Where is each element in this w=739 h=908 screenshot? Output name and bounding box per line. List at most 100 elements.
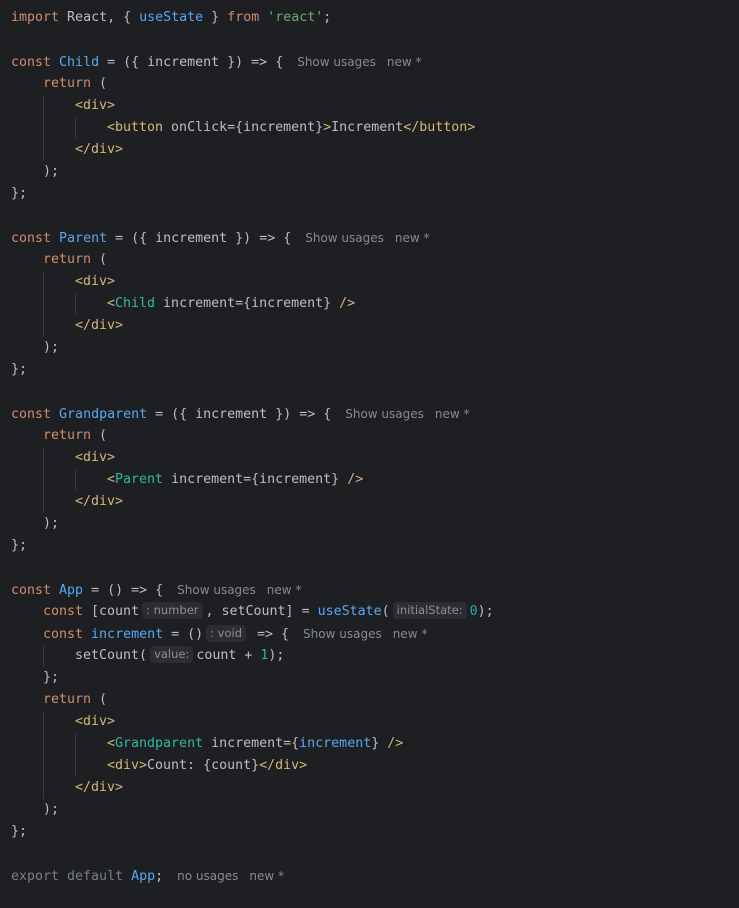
code-token: Grandparent [59, 407, 148, 422]
code-token: /> [339, 296, 356, 311]
code-token: <div> [75, 714, 116, 729]
code-token: App [59, 583, 84, 598]
code-line[interactable]: const Child = ({ increment }) => {Show u… [0, 51, 739, 73]
code-line[interactable]: ); [0, 799, 739, 821]
code-token: }; [11, 538, 28, 553]
code-line[interactable]: }; [0, 183, 739, 205]
code-line[interactable]: setCount(value: count + 1); [0, 645, 739, 667]
code-token: }; [11, 824, 28, 839]
code-token: ; [323, 10, 332, 25]
code-token: 0 [469, 604, 478, 619]
code-token: increment={increment} [155, 296, 340, 311]
code-line[interactable]: ); [0, 161, 739, 183]
show-usages-link[interactable]: Show usages [305, 231, 384, 245]
code-line[interactable]: return ( [0, 73, 739, 95]
code-line[interactable]: <div> [0, 271, 739, 293]
code-line[interactable]: const [count: number, setCount] = useSta… [0, 601, 739, 623]
code-token: = () [163, 627, 204, 642]
show-usages-link[interactable]: Show usages [303, 627, 382, 641]
code-token: ); [43, 802, 60, 817]
code-line[interactable]: ); [0, 337, 739, 359]
code-token: increment [299, 736, 372, 751]
indent-guide [43, 447, 44, 469]
show-usages-link[interactable]: Show usages [297, 55, 376, 69]
code-token: export default [11, 869, 132, 884]
code-line[interactable]: }; [0, 821, 739, 843]
code-line[interactable]: </div> [0, 491, 739, 513]
code-token: </div> [75, 318, 124, 333]
code-line[interactable]: <div> [0, 95, 739, 117]
code-line[interactable]: const Grandparent = ({ increment }) => {… [0, 403, 739, 425]
indent-guide [75, 469, 76, 491]
code-line[interactable]: <Grandparent increment={increment} /> [0, 733, 739, 755]
code-token: useState [317, 604, 382, 619]
code-token: <div> [75, 98, 116, 113]
code-line[interactable]: <Child increment={increment} /> [0, 293, 739, 315]
code-token: increment [91, 627, 164, 642]
code-line[interactable] [0, 205, 739, 227]
code-token: ); [43, 516, 60, 531]
indent-guide [43, 755, 44, 777]
code-token: const [11, 583, 52, 598]
code-token: const [11, 55, 52, 70]
code-token: <div> [75, 274, 116, 289]
indent-guide [75, 117, 76, 139]
code-line[interactable]: return ( [0, 249, 739, 271]
code-token: ( [91, 692, 108, 707]
code-token: React, { [59, 10, 140, 25]
code-line[interactable]: return ( [0, 425, 739, 447]
code-token: ; [155, 869, 164, 884]
code-token: ); [268, 648, 285, 663]
code-line[interactable] [0, 557, 739, 579]
code-token: = ({ increment }) => { [107, 231, 292, 246]
indent-guide [43, 293, 44, 315]
code-token: Parent [59, 231, 108, 246]
code-line[interactable]: export default App; no usages new * [0, 865, 739, 887]
code-token: </button> [403, 120, 476, 135]
show-usages-link[interactable]: Show usages [177, 583, 256, 597]
inlay-hint: initialState: [392, 602, 467, 619]
show-usages-link[interactable]: Show usages [345, 407, 424, 421]
code-line[interactable]: </div> [0, 139, 739, 161]
code-line[interactable]: ); [0, 513, 739, 535]
code-line[interactable]: return ( [0, 689, 739, 711]
code-line[interactable]: }; [0, 535, 739, 557]
code-token: ( [91, 428, 108, 443]
code-token: const [11, 407, 52, 422]
code-line[interactable]: <div>Count: {count}</div> [0, 755, 739, 777]
code-line[interactable] [0, 843, 739, 865]
code-line[interactable]: import React, { useState } from 'react'; [0, 7, 739, 29]
code-token: return [43, 76, 92, 91]
indent-guide [43, 469, 44, 491]
code-line[interactable]: const Parent = ({ increment }) => {Show … [0, 227, 739, 249]
code-token: ( [91, 76, 108, 91]
code-token: Count: {count} [147, 758, 260, 773]
code-line[interactable]: const increment = (): void => {Show usag… [0, 623, 739, 645]
code-line[interactable]: <div> [0, 711, 739, 733]
code-line[interactable]: <Parent increment={increment} /> [0, 469, 739, 491]
code-line[interactable]: <button onClick={increment}>Increment</b… [0, 117, 739, 139]
code-token: const [43, 604, 84, 619]
inlay-hint: : void [206, 625, 247, 642]
code-line[interactable]: </div> [0, 315, 739, 337]
code-line[interactable]: <div> [0, 447, 739, 469]
code-line[interactable]: </div> [0, 777, 739, 799]
code-line[interactable]: }; [0, 359, 739, 381]
code-token: </div> [259, 758, 308, 773]
code-token: } [203, 10, 228, 25]
code-line[interactable] [0, 381, 739, 403]
code-line[interactable]: }; [0, 667, 739, 689]
vcs-new-marker: new * [249, 869, 284, 883]
vcs-new-marker: new * [386, 55, 422, 69]
code-token: App [131, 869, 156, 884]
code-line[interactable]: const App = () => {Show usages new * [0, 579, 739, 601]
code-line[interactable] [0, 29, 739, 51]
code-token: return [43, 252, 92, 267]
code-token: = () => { [83, 583, 164, 598]
code-editor[interactable]: import React, { useState } from 'react';… [0, 0, 739, 908]
code-token: <div> [75, 450, 116, 465]
code-token: ); [43, 340, 60, 355]
indent-guide [43, 645, 44, 667]
